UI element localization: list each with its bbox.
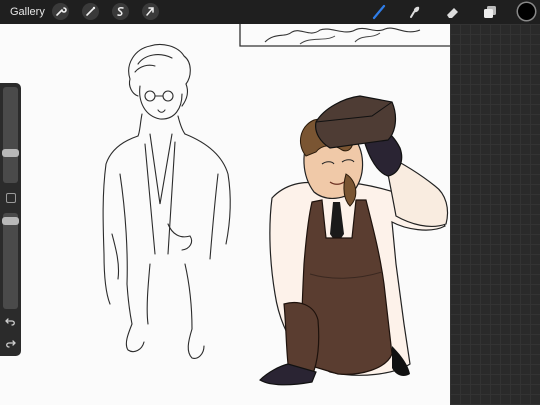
brush-opacity-thumb[interactable] [2, 217, 19, 226]
brush-opacity-slider[interactable] [3, 213, 18, 309]
brush-size-slider[interactable] [3, 87, 18, 183]
undo-icon[interactable] [4, 315, 17, 328]
eraser-icon[interactable] [444, 3, 462, 21]
smudge-icon[interactable] [406, 3, 424, 21]
adjustments-wand-icon[interactable] [82, 3, 99, 20]
canvas-background-grid [450, 24, 540, 405]
brush-size-thumb[interactable] [2, 148, 19, 157]
redo-icon[interactable] [4, 337, 17, 350]
artwork-illustration [102, 24, 450, 386]
gallery-button[interactable]: Gallery [10, 5, 45, 19]
transform-arrow-icon[interactable] [142, 3, 159, 20]
modify-square-icon[interactable] [6, 193, 16, 203]
color-swatch[interactable] [518, 3, 535, 20]
layers-icon[interactable] [481, 3, 499, 21]
drawing-canvas[interactable] [0, 24, 450, 405]
actions-wrench-icon[interactable] [52, 3, 69, 20]
top-toolbar: Gallery [0, 0, 540, 24]
selection-s-icon[interactable] [112, 3, 129, 20]
brush-icon[interactable] [370, 3, 388, 21]
brush-sidebar [0, 83, 21, 356]
